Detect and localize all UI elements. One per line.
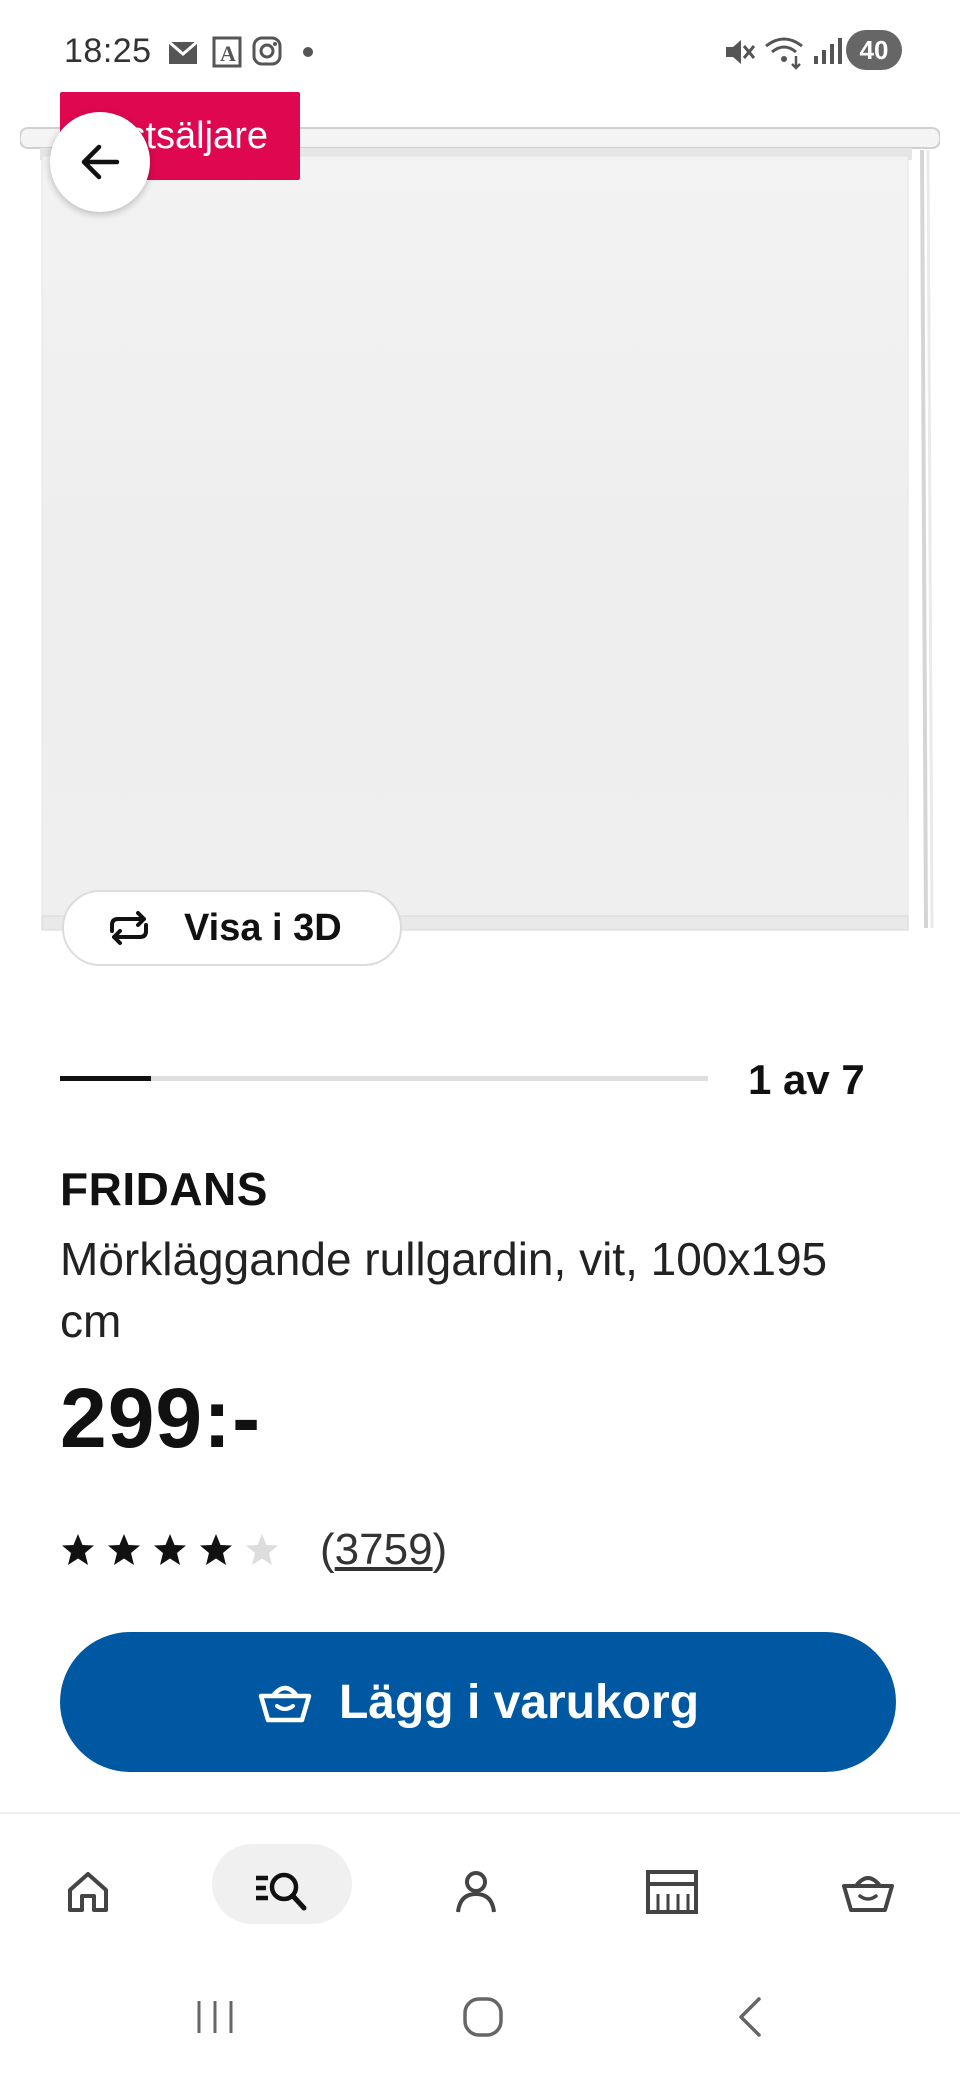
rotate-3d-icon [110, 911, 148, 945]
view-in-3d-label: Visa i 3D [184, 906, 342, 949]
image-carousel-progress [60, 1076, 708, 1081]
star-filled-icon [108, 1534, 140, 1565]
product-brand: FRIDANS [60, 1163, 268, 1215]
star-filled-icon [200, 1534, 232, 1565]
recent-apps-button[interactable] [180, 1982, 250, 2052]
nav-store[interactable] [632, 1852, 712, 1932]
font-app-icon: A [212, 36, 242, 68]
mute-icon [726, 40, 756, 64]
review-count-close: ) [432, 1525, 448, 1574]
product-price: 299:- [60, 1371, 262, 1465]
mail-icon [168, 40, 198, 64]
add-to-cart-button[interactable]: Lägg i varukorg [60, 1632, 896, 1772]
wifi-icon [765, 37, 803, 70]
star-filled-icon [62, 1534, 94, 1565]
battery-indicator: 40 [846, 30, 902, 70]
product-image[interactable] [20, 120, 940, 940]
instagram-icon [252, 36, 282, 66]
product-description: Mörkläggande rullgardin, vit, 100x195 cm [60, 1233, 828, 1347]
status-bar: 18:25 A 40 [0, 0, 960, 100]
image-counter: 1 av 7 [748, 1056, 865, 1103]
rating[interactable]: (3759) [60, 1520, 447, 1580]
view-in-3d-button[interactable]: Visa i 3D [62, 890, 402, 966]
arrow-left-icon [81, 144, 120, 180]
star-filled-icon [154, 1534, 186, 1565]
recent-apps-icon [197, 2001, 233, 2033]
basket-icon [258, 1685, 312, 1723]
chevron-left-icon [739, 1997, 761, 2037]
review-count: 3759 [334, 1525, 433, 1574]
review-count-open: ( [320, 1525, 335, 1574]
status-time: 18:25 [64, 32, 152, 70]
store-icon [646, 1870, 698, 1914]
home-icon [68, 1872, 108, 1912]
bottom-navigation [0, 1812, 960, 1954]
star-empty-icon [246, 1534, 278, 1565]
back-button[interactable] [50, 112, 150, 212]
nav-basket[interactable] [828, 1852, 908, 1932]
nav-profile[interactable] [436, 1852, 516, 1932]
signal-icon [814, 38, 842, 64]
system-back-button[interactable] [716, 1982, 786, 2052]
add-to-cart-label: Lägg i varukorg [338, 1675, 700, 1729]
profile-icon [456, 1871, 496, 1913]
basket-icon [842, 1876, 894, 1912]
image-carousel-progress-fill [60, 1076, 151, 1081]
review-count-link[interactable]: (3759) [320, 1525, 447, 1575]
svg-text:A: A [220, 41, 236, 66]
dot-icon [303, 47, 313, 57]
home-button[interactable] [448, 1982, 518, 2052]
rating-stars [60, 1532, 290, 1568]
home-circle-icon [463, 1997, 503, 2037]
system-navigation [0, 1952, 960, 2080]
search-icon [256, 1872, 307, 1911]
nav-home[interactable] [48, 1852, 128, 1932]
nav-search[interactable] [242, 1852, 322, 1932]
